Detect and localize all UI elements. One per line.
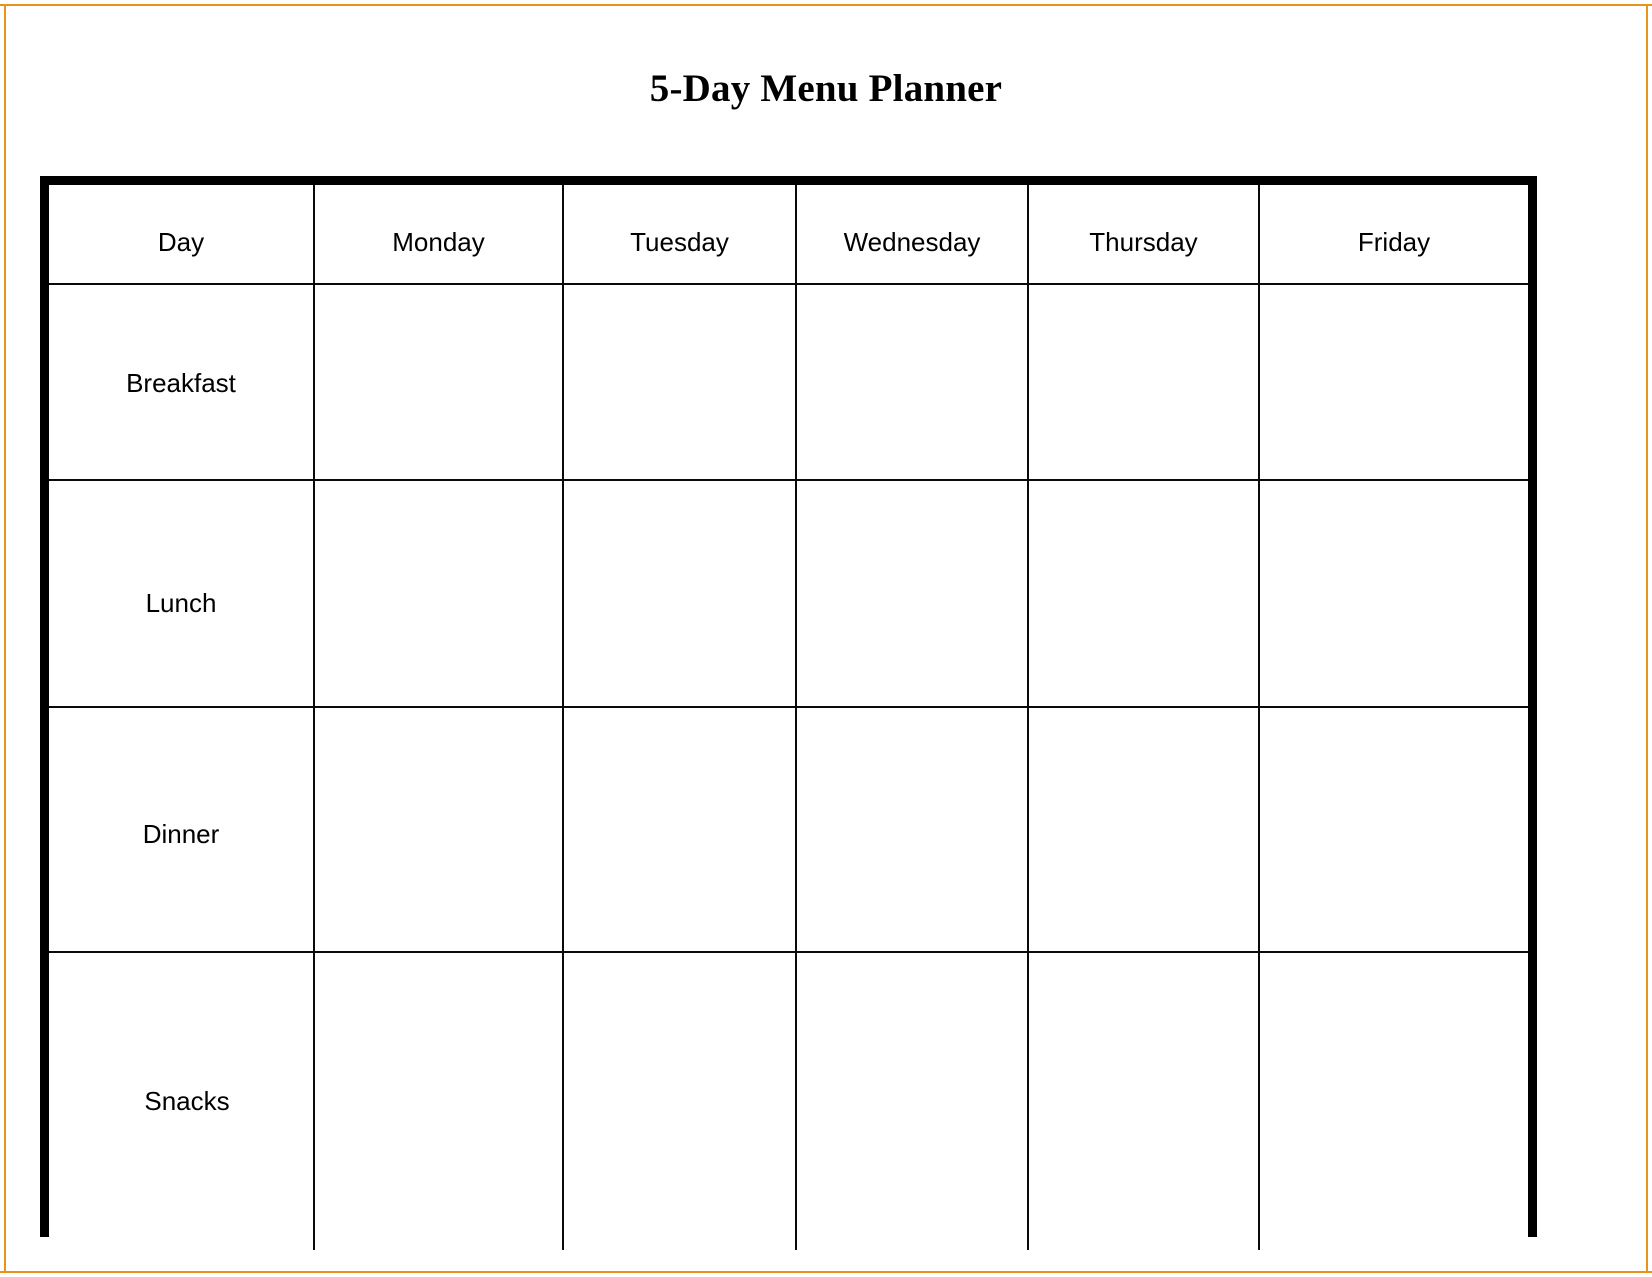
cell-dinner-wednesday[interactable] <box>796 707 1029 953</box>
cell-breakfast-friday[interactable] <box>1259 284 1528 481</box>
column-header-wednesday: Wednesday <box>796 185 1029 285</box>
page-border-bottom <box>0 1271 1652 1273</box>
table-row: Snacks <box>49 952 1528 1250</box>
row-header-snacks: Snacks <box>49 952 315 1250</box>
column-header-monday: Monday <box>314 185 564 285</box>
cell-breakfast-thursday[interactable] <box>1028 284 1260 481</box>
column-header-friday: Friday <box>1259 185 1528 285</box>
cell-lunch-monday[interactable] <box>314 480 564 708</box>
cell-snacks-wednesday[interactable] <box>796 952 1029 1250</box>
cell-snacks-tuesday[interactable] <box>563 952 797 1250</box>
menu-planner-table: Day Monday Tuesday Wednesday Thursday Fr… <box>49 185 1528 1250</box>
column-header-tuesday: Tuesday <box>563 185 797 285</box>
row-header-lunch: Lunch <box>49 480 315 708</box>
cell-dinner-friday[interactable] <box>1259 707 1528 953</box>
row-header-dinner: Dinner <box>49 707 315 953</box>
table-row: Dinner <box>49 707 1528 953</box>
cell-dinner-monday[interactable] <box>314 707 564 953</box>
cell-lunch-thursday[interactable] <box>1028 480 1260 708</box>
cell-lunch-friday[interactable] <box>1259 480 1528 708</box>
cell-breakfast-wednesday[interactable] <box>796 284 1029 481</box>
table-row: Breakfast <box>49 284 1528 481</box>
cell-dinner-thursday[interactable] <box>1028 707 1260 953</box>
page-border-left <box>4 4 6 1273</box>
column-header-day: Day <box>49 185 315 285</box>
cell-snacks-monday[interactable] <box>314 952 564 1250</box>
cell-breakfast-monday[interactable] <box>314 284 564 481</box>
table-row: Lunch <box>49 480 1528 708</box>
cell-lunch-wednesday[interactable] <box>796 480 1029 708</box>
column-header-thursday: Thursday <box>1028 185 1260 285</box>
cell-snacks-friday[interactable] <box>1259 952 1528 1250</box>
cell-snacks-thursday[interactable] <box>1028 952 1260 1250</box>
cell-dinner-tuesday[interactable] <box>563 707 797 953</box>
table-header-row: Day Monday Tuesday Wednesday Thursday Fr… <box>49 185 1528 285</box>
menu-planner-table-frame: Day Monday Tuesday Wednesday Thursday Fr… <box>40 176 1537 1250</box>
row-header-breakfast: Breakfast <box>49 284 315 481</box>
page-title: 5-Day Menu Planner <box>649 67 1003 110</box>
page-border-right <box>1646 4 1648 1273</box>
printable-page: 5-Day Menu Planner Day Monday Tuesday We… <box>0 0 1652 1277</box>
page-border-top <box>0 4 1652 6</box>
cell-lunch-tuesday[interactable] <box>563 480 797 708</box>
cell-breakfast-tuesday[interactable] <box>563 284 797 481</box>
